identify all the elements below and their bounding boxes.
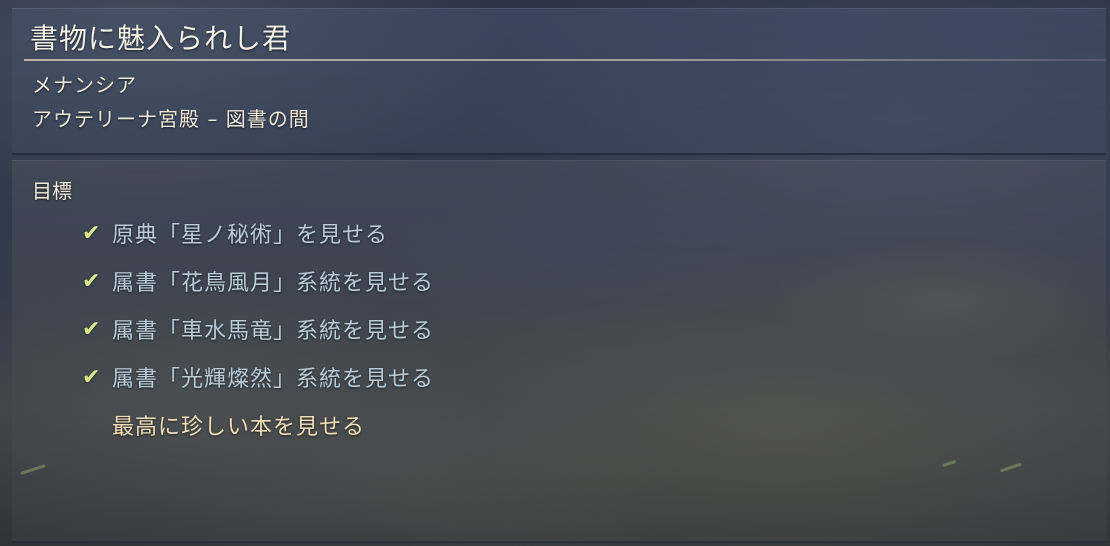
quest-title: 書物に魅入られし君 bbox=[30, 22, 292, 55]
checkmark-icon: ✔ bbox=[82, 364, 101, 390]
checkmark-icon: ✔ bbox=[82, 220, 101, 246]
objective-text: 属書「花鳥風月」系統を見せる bbox=[112, 271, 435, 296]
quest-location: アウテリーナ宮殿 – 図書の間 bbox=[32, 107, 310, 131]
objective-text: 最高に珍しい本を見せる bbox=[112, 415, 366, 440]
objectives-heading: 目標 bbox=[32, 179, 72, 203]
objective-item: ✔ 属書「光輝燦然」系統を見せる bbox=[82, 353, 434, 401]
quest-region: メナンシア bbox=[32, 73, 137, 97]
objective-text: 属書「車水馬竜」系統を見せる bbox=[112, 319, 435, 344]
title-divider bbox=[24, 59, 1106, 61]
checkmark-icon: ✔ bbox=[82, 268, 101, 294]
objective-item: ✔ 属書「花鳥風月」系統を見せる bbox=[82, 257, 434, 305]
objective-text: 原典「星ノ秘術」を見せる bbox=[112, 223, 389, 248]
quest-screen: 書物に魅入られし君 メナンシア アウテリーナ宮殿 – 図書の間 目標 ✔ 原典「… bbox=[0, 0, 1110, 546]
quest-header-panel: 書物に魅入られし君 メナンシア アウテリーナ宮殿 – 図書の間 bbox=[12, 8, 1106, 155]
objective-item: ✔ 属書「車水馬竜」系統を見せる bbox=[82, 305, 434, 353]
objectives-list: ✔ 原典「星ノ秘術」を見せる ✔ 属書「花鳥風月」系統を見せる ✔ 属書「車水馬… bbox=[82, 209, 434, 449]
objectives-panel: 目標 ✔ 原典「星ノ秘術」を見せる ✔ 属書「花鳥風月」系統を見せる ✔ 属書「… bbox=[12, 160, 1106, 543]
checkmark-icon: ✔ bbox=[82, 316, 101, 342]
objective-text: 属書「光輝燦然」系統を見せる bbox=[112, 367, 435, 392]
objective-item: 最高に珍しい本を見せる bbox=[82, 401, 434, 449]
objective-item: ✔ 原典「星ノ秘術」を見せる bbox=[82, 209, 434, 257]
